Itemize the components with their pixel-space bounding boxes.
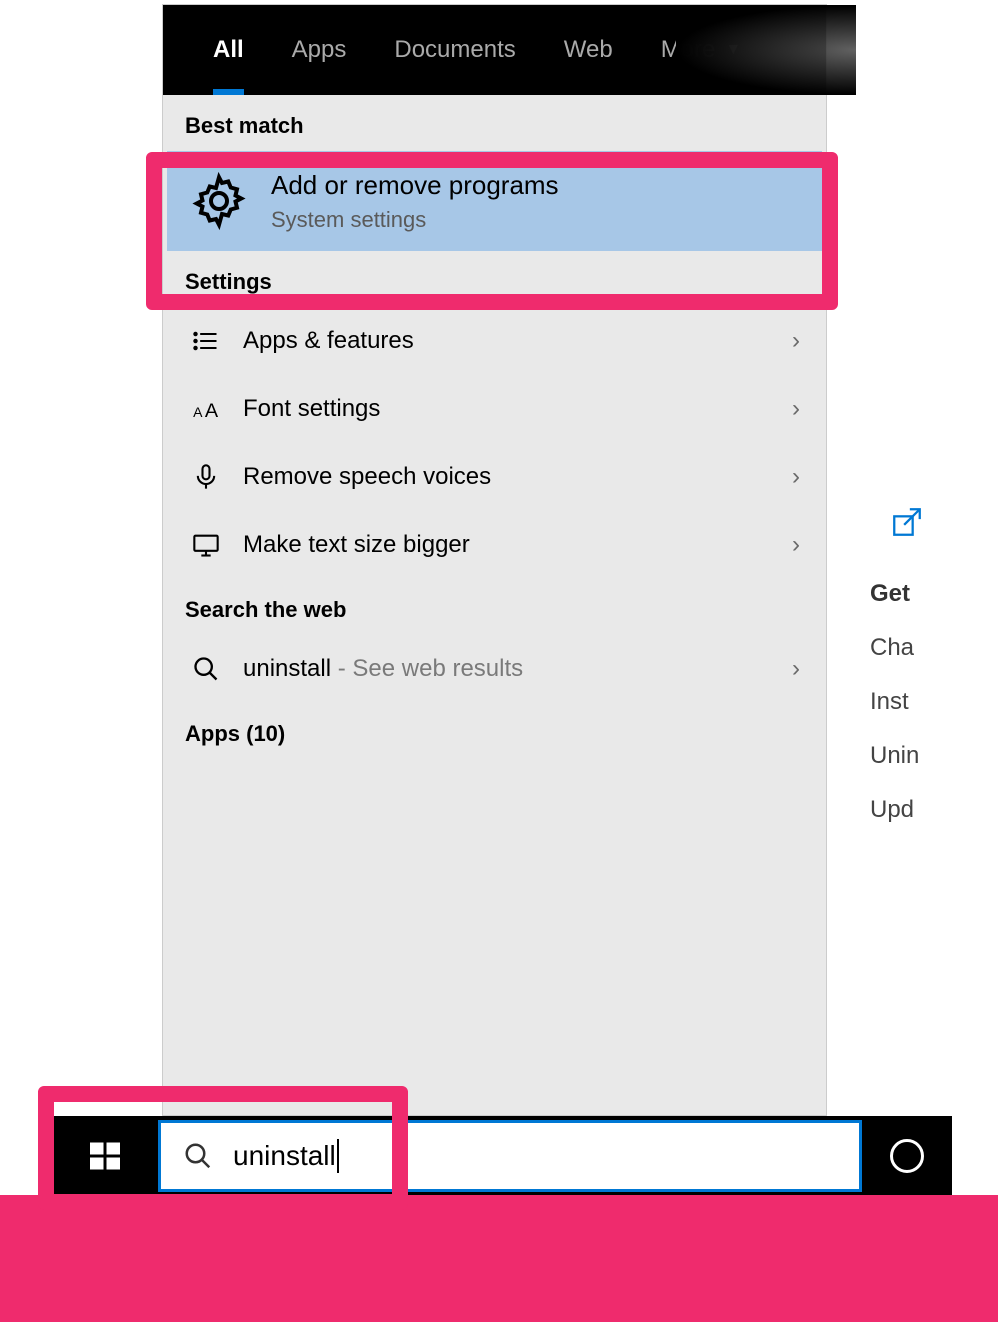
tab-documents[interactable]: Documents [370, 5, 539, 95]
search-input[interactable]: uninstall [158, 1120, 862, 1192]
svg-text:A: A [193, 404, 203, 420]
apps-features-icon [189, 327, 223, 355]
search-input-text: uninstall [233, 1139, 339, 1173]
search-results-panel: All Apps Documents Web More ▼ Best match… [162, 4, 827, 1116]
tab-more-label: More [661, 36, 716, 64]
tab-all[interactable]: All [163, 5, 268, 95]
search-icon [183, 1141, 213, 1171]
annotation-bar [0, 1195, 998, 1322]
list-item-label: Make text size bigger [243, 531, 772, 559]
section-header-search-web: Search the web [163, 579, 826, 635]
section-header-best-match: Best match [163, 95, 826, 151]
section-header-apps: Apps (10) [163, 703, 826, 759]
tab-apps[interactable]: Apps [268, 5, 371, 95]
chevron-right-icon: › [792, 395, 800, 423]
svg-text:A: A [205, 400, 219, 422]
windows-logo-icon [87, 1138, 123, 1174]
search-icon [189, 655, 223, 683]
preview-link[interactable]: Cha [870, 634, 998, 662]
best-match-text: Add or remove programs System settings [271, 170, 559, 233]
settings-item-text-size[interactable]: Make text size bigger › [163, 511, 826, 579]
list-item-label: Font settings [243, 395, 772, 423]
font-icon: A A [189, 395, 223, 423]
best-match-title: Add or remove programs [271, 170, 559, 201]
preview-link[interactable]: Upd [870, 796, 998, 824]
section-header-settings: Settings [163, 251, 826, 307]
gear-icon [187, 169, 251, 233]
chevron-right-icon: › [792, 531, 800, 559]
filter-tabs: All Apps Documents Web More ▼ [163, 5, 826, 95]
chevron-right-icon: › [792, 655, 800, 683]
cortana-button[interactable] [862, 1116, 952, 1196]
chevron-right-icon: › [792, 463, 800, 491]
list-item-label: Remove speech voices [243, 463, 772, 491]
start-button[interactable] [52, 1116, 158, 1196]
display-icon [189, 531, 223, 559]
best-match-result[interactable]: Add or remove programs System settings [167, 151, 822, 251]
settings-item-apps-features[interactable]: Apps & features › [163, 307, 826, 375]
microphone-icon [189, 463, 223, 491]
preview-link[interactable]: Inst [870, 688, 998, 716]
chevron-down-icon: ▼ [725, 41, 741, 59]
web-search-term: uninstall [243, 655, 331, 682]
web-search-label: uninstall - See web results [243, 655, 772, 683]
taskbar: uninstall [52, 1116, 952, 1196]
web-search-item[interactable]: uninstall - See web results › [163, 635, 826, 703]
chevron-right-icon: › [792, 327, 800, 355]
tab-more[interactable]: More ▼ [637, 5, 766, 95]
settings-item-speech[interactable]: Remove speech voices › [163, 443, 826, 511]
preview-link[interactable]: Unin [870, 742, 998, 770]
settings-item-font[interactable]: A A Font settings › [163, 375, 826, 443]
tab-web[interactable]: Web [540, 5, 637, 95]
cortana-icon [890, 1139, 924, 1173]
best-match-subtitle: System settings [271, 207, 559, 233]
list-item-label: Apps & features [243, 327, 772, 355]
web-search-suffix: - See web results [331, 655, 523, 682]
preview-heading: Get [870, 580, 998, 608]
preview-panel-fragment: Get Cha Inst Unin Upd [870, 480, 998, 824]
